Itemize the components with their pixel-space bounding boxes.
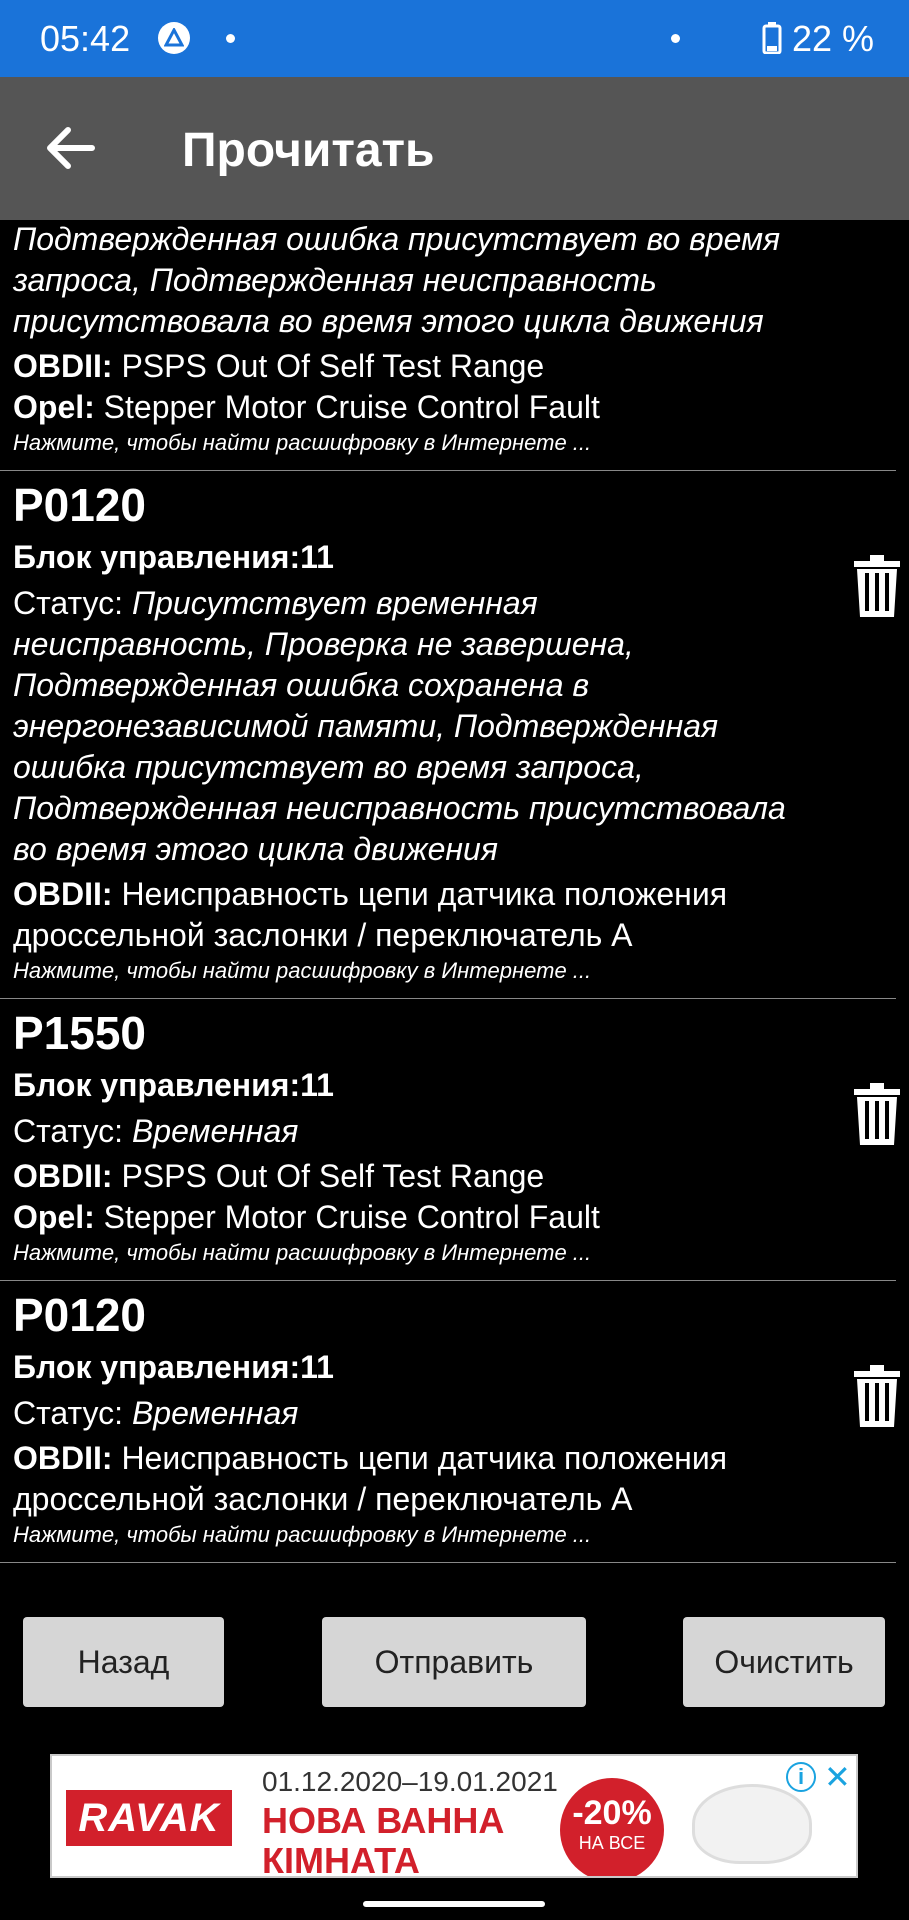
obd-description: OBDII: PSPS Out Of Self Test Range <box>13 348 545 384</box>
error-item[interactable]: P0120 Блок управления:11 Статус: Временн… <box>0 1281 900 1563</box>
notification-dot-icon <box>671 34 680 43</box>
ad-dates: 01.12.2020–19.01.2021 <box>262 1766 558 1797</box>
error-list[interactable]: Подтвержденная ошибка присутствует во вр… <box>0 220 909 1570</box>
control-unit: Блок управления:11 <box>13 1067 334 1103</box>
search-hint-link[interactable]: Нажмите, чтобы найти расшифровку в Интер… <box>13 956 788 998</box>
battery-icon <box>762 22 782 54</box>
trash-icon[interactable] <box>854 555 900 617</box>
clear-button[interactable]: Очистить <box>683 1617 885 1707</box>
obd-description: OBDII: Неисправность цепи датчика положе… <box>13 876 728 953</box>
back-arrow-icon[interactable] <box>40 122 98 174</box>
status-text: Статус: Временная <box>13 1113 299 1149</box>
make-description: Opel: Stepper Motor Cruise Control Fault <box>13 389 600 425</box>
discount-badge: -20% НА ВСЕ <box>560 1778 664 1876</box>
trash-icon[interactable] <box>854 1083 900 1145</box>
status-text: Статус: Временная <box>13 1395 299 1431</box>
page-title: Прочитать <box>182 124 435 177</box>
search-hint-link[interactable]: Нажмите, чтобы найти расшифровку в Интер… <box>13 428 788 470</box>
trash-icon[interactable] <box>854 1365 900 1427</box>
notification-app-icon <box>158 22 190 54</box>
ad-banner[interactable]: RAVAK 01.12.2020–19.01.2021 НОВА ВАННА К… <box>50 1754 858 1878</box>
status-bar: 05:42 22 % <box>0 0 909 77</box>
ad-headline-2: КІМНАТА <box>262 1840 420 1878</box>
control-unit: Блок управления:11 <box>13 1349 334 1385</box>
error-code: P1550 <box>13 1007 147 1059</box>
search-hint-link[interactable]: Нажмите, чтобы найти расшифровку в Интер… <box>13 1520 788 1562</box>
ad-headline: НОВА ВАННА <box>262 1800 505 1841</box>
ad-info-icon[interactable]: i <box>786 1762 816 1792</box>
obd-description: OBDII: Неисправность цепи датчика положе… <box>13 1440 728 1517</box>
status-text: Статус: Присутствует временная неисправн… <box>13 585 786 867</box>
error-item[interactable]: P1550 Блок управления:11 Статус: Временн… <box>0 999 900 1281</box>
status-text: Подтвержденная ошибка присутствует во вр… <box>13 221 781 339</box>
battery-percent: 22 % <box>792 18 875 59</box>
obd-description: OBDII: PSPS Out Of Self Test Range <box>13 1158 545 1194</box>
error-code: P0120 <box>13 479 147 531</box>
send-button[interactable]: Отправить <box>322 1617 586 1707</box>
make-description: Opel: Stepper Motor Cruise Control Fault <box>13 1199 600 1235</box>
gesture-nav-bar[interactable] <box>363 1901 545 1907</box>
control-unit: Блок управления:11 <box>13 539 334 575</box>
notification-dot-icon <box>226 34 235 43</box>
search-hint-link[interactable]: Нажмите, чтобы найти расшифровку в Интер… <box>13 1238 788 1280</box>
status-time: 05:42 <box>40 18 131 59</box>
sink-image <box>692 1784 812 1864</box>
ravak-logo: RAVAK <box>66 1790 232 1846</box>
error-code: P0120 <box>13 1289 147 1341</box>
app-bar: Прочитать <box>0 77 909 220</box>
ad-close-icon[interactable]: ✕ <box>824 1758 851 1796</box>
back-button[interactable]: Назад <box>23 1617 224 1707</box>
error-item[interactable]: Подтвержденная ошибка присутствует во вр… <box>0 220 896 471</box>
error-item[interactable]: P0120 Блок управления:11 Статус: Присутс… <box>0 471 900 999</box>
